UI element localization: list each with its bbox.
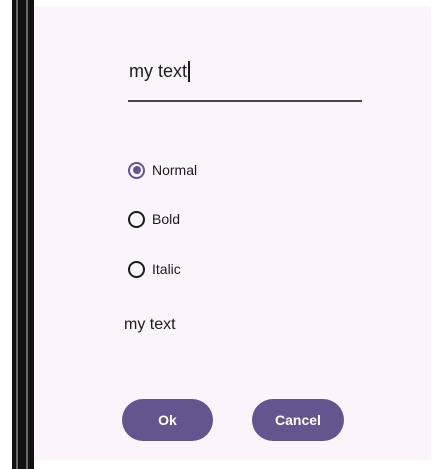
device-frame: my text Normal Bold Italic my text Ok Ca… (0, 0, 443, 469)
radio-option-bold[interactable]: Bold (128, 206, 180, 232)
app-screen: my text Normal Bold Italic my text Ok Ca… (34, 0, 431, 469)
radio-option-normal[interactable]: Normal (128, 157, 197, 183)
device-bezel (12, 0, 34, 469)
navigation-bar (34, 460, 431, 469)
preview-text: my text (124, 316, 176, 333)
text-input-field[interactable]: my text (128, 52, 362, 104)
text-input-value-wrap[interactable]: my text (129, 61, 191, 82)
radio-label-bold: Bold (152, 211, 181, 227)
text-input-value[interactable]: my text (129, 61, 187, 82)
text-cursor (188, 61, 191, 82)
text-input-underline (128, 100, 362, 102)
right-margin (431, 0, 443, 469)
ok-button[interactable]: Ok (122, 399, 213, 441)
radio-label-italic: Italic (152, 261, 181, 277)
bezel-edge-line (16, 0, 18, 469)
radio-unchecked-icon[interactable] (128, 260, 145, 278)
radio-option-italic[interactable]: Italic (128, 256, 181, 282)
radio-unchecked-icon[interactable] (128, 210, 145, 228)
status-bar (34, 0, 431, 6)
bezel-edge-line (26, 0, 28, 469)
cancel-button[interactable]: Cancel (252, 399, 344, 441)
radio-checked-icon[interactable] (128, 161, 145, 179)
radio-label-normal: Normal (152, 162, 198, 178)
